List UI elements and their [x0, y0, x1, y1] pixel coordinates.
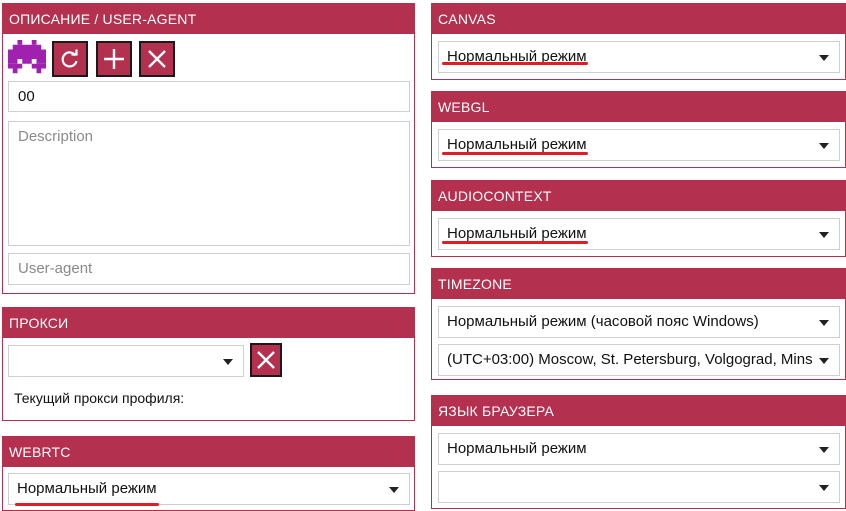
audiocontext-panel-title: AUDIOCONTEXT — [432, 181, 845, 211]
language-panel-title: ЯЗЫК БРАУЗЕРА — [432, 396, 845, 426]
webgl-mode-select[interactable]: Нормальный режим — [438, 129, 840, 161]
highlight-underline — [442, 152, 588, 155]
refresh-button[interactable] — [52, 41, 88, 77]
add-button[interactable] — [96, 41, 132, 77]
audiocontext-mode-value: Нормальный режим — [447, 225, 587, 242]
language-select[interactable] — [438, 471, 840, 503]
refresh-icon — [61, 49, 78, 68]
chevron-down-icon — [389, 487, 399, 493]
proxy-select[interactable] — [8, 345, 244, 377]
timezone-panel: TIMEZONE Нормальный режим (часовой пояс … — [431, 268, 846, 380]
description-textarea[interactable]: Description — [8, 121, 410, 246]
canvas-panel: CANVAS Нормальный режим — [431, 3, 846, 80]
timezone-zone-select[interactable]: (UTC+03:00) Moscow, St. Petersburg, Volg… — [438, 344, 840, 376]
plus-icon — [104, 49, 124, 69]
timezone-panel-title: TIMEZONE — [432, 269, 845, 299]
chevron-down-icon — [819, 485, 829, 491]
highlight-underline — [442, 241, 588, 244]
audiocontext-panel: AUDIOCONTEXT Нормальный режим — [431, 180, 846, 257]
timezone-zone-value: (UTC+03:00) Moscow, St. Petersburg, Volg… — [447, 351, 813, 368]
timezone-mode-select[interactable]: Нормальный режим (часовой пояс Windows) — [438, 306, 840, 338]
chevron-down-icon — [223, 359, 233, 365]
language-panel: ЯЗЫК БРАУЗЕРА Нормальный режим — [431, 395, 846, 509]
profile-name-value: 00 — [18, 88, 35, 105]
webrtc-mode-select[interactable]: Нормальный режим — [8, 473, 410, 505]
canvas-panel-title: CANVAS — [432, 4, 845, 34]
highlight-underline — [442, 62, 588, 65]
user-agent-placeholder: User-agent — [18, 260, 93, 277]
language-mode-value: Нормальный режим — [447, 440, 587, 457]
chevron-down-icon — [819, 232, 829, 238]
clear-proxy-button[interactable] — [250, 343, 282, 377]
description-panel: ОПИСАНИЕ / USER-AGENT 00 Description Use… — [2, 3, 415, 294]
proxy-panel-title: ПРОКСИ — [3, 308, 414, 338]
chevron-down-icon — [819, 55, 829, 61]
webrtc-panel: WEBRTC Нормальный режим — [2, 436, 415, 511]
highlight-underline — [15, 503, 159, 506]
proxy-panel: ПРОКСИ Текущий прокси профиля: — [2, 307, 415, 421]
timezone-mode-value: Нормальный режим (часовой пояс Windows) — [447, 313, 759, 330]
user-agent-input[interactable]: User-agent — [8, 253, 410, 285]
canvas-mode-select[interactable]: Нормальный режим — [438, 41, 840, 73]
close-icon — [148, 50, 166, 68]
chevron-down-icon — [819, 358, 829, 364]
webrtc-mode-value: Нормальный режим — [17, 480, 157, 497]
chevron-down-icon — [819, 143, 829, 149]
description-panel-title: ОПИСАНИЕ / USER-AGENT — [3, 4, 414, 34]
audiocontext-mode-select[interactable]: Нормальный режим — [438, 218, 840, 250]
canvas-mode-value: Нормальный режим — [447, 48, 587, 65]
description-placeholder: Description — [18, 128, 94, 145]
webgl-panel: WEBGL Нормальный режим — [431, 91, 846, 168]
current-proxy-label: Текущий прокси профиля: — [14, 390, 185, 406]
delete-button[interactable] — [139, 41, 175, 77]
webrtc-panel-title: WEBRTC — [3, 437, 414, 467]
close-icon — [257, 351, 275, 369]
chevron-down-icon — [819, 447, 829, 453]
webgl-panel-title: WEBGL — [432, 92, 845, 122]
webgl-mode-value: Нормальный режим — [447, 136, 587, 153]
language-mode-select[interactable]: Нормальный режим — [438, 433, 840, 465]
chevron-down-icon — [819, 320, 829, 326]
identicon-icon[interactable] — [8, 40, 46, 78]
profile-name-input[interactable]: 00 — [8, 81, 410, 112]
